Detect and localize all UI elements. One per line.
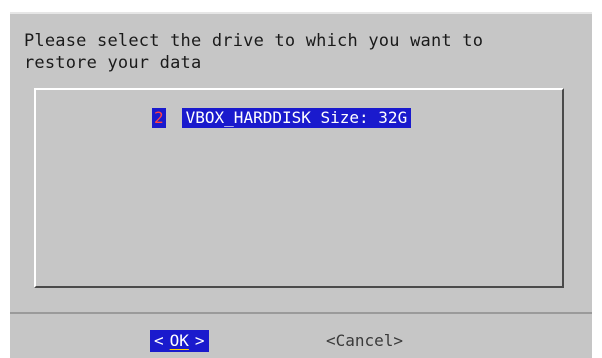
dialog-prompt: Please select the drive to which you wan… bbox=[24, 31, 484, 73]
drive-item-number: 2 bbox=[152, 108, 166, 128]
dialog-window: Please select the drive to which you wan… bbox=[10, 12, 592, 358]
dialog-separator bbox=[10, 312, 592, 314]
drive-item-label: VBOX_HARDDISK Size: 32G bbox=[181, 108, 412, 128]
ok-right-bracket: > bbox=[194, 331, 205, 350]
drive-listbox[interactable]: 2 VBOX_HARDDISK Size: 32G bbox=[34, 88, 564, 288]
cancel-button[interactable]: <Cancel> bbox=[326, 330, 403, 352]
ok-button[interactable]: < OK > bbox=[150, 330, 209, 352]
dialog-buttons: < OK > <Cancel> bbox=[10, 330, 592, 352]
drive-list-item[interactable]: 2 VBOX_HARDDISK Size: 32G bbox=[152, 108, 412, 128]
ok-left-bracket: < bbox=[154, 331, 164, 350]
ok-button-label: OK bbox=[169, 331, 189, 350]
